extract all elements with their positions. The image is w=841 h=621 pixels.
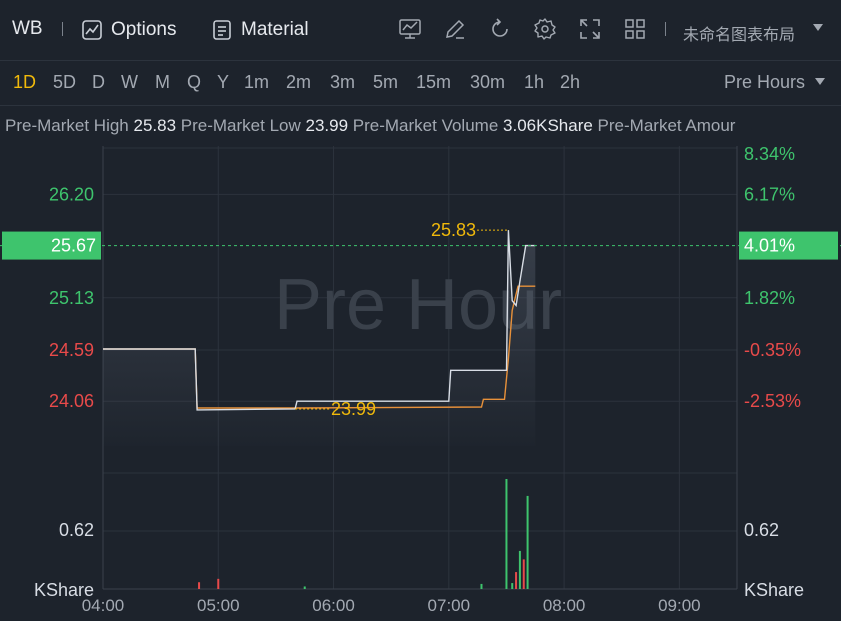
chart-grid [102, 146, 738, 590]
volume-bar [303, 586, 306, 589]
indicator-icon [82, 20, 102, 40]
x-tick-label: 05:00 [197, 596, 240, 615]
period-D[interactable]: D [92, 72, 105, 93]
top-toolbar: WB Options Material 未命名图表布局 [0, 0, 841, 61]
volume-bar [518, 550, 521, 589]
volume-tick-left: 0.62 [59, 520, 94, 540]
period-1D[interactable]: 1D [13, 72, 36, 93]
material-label: Material [241, 19, 309, 40]
period-M[interactable]: M [155, 72, 170, 93]
caret-down-icon[interactable] [813, 24, 823, 31]
low-annotation: 23.99 [331, 399, 376, 419]
period-2h[interactable]: 2h [560, 72, 580, 93]
amount-label: Pre-Market Amour [597, 116, 736, 135]
x-tick-label: 04:00 [82, 596, 125, 615]
high-value: 25.83 [133, 116, 177, 135]
period-bar: 1D 5D D W M Q Y 1m 2m 3m 5m 15m 30m 1h 2… [0, 61, 841, 106]
period-3m[interactable]: 3m [330, 72, 355, 93]
settings-icon[interactable] [533, 17, 557, 41]
volume-unit-right: KShare [744, 580, 804, 600]
y-tick-left: 25.13 [49, 288, 94, 308]
premarket-stats: Pre-Market High 25.83 Pre-Market Low 23.… [0, 106, 841, 146]
y-tick-left: 24.06 [49, 391, 94, 411]
volume-bar [511, 583, 514, 589]
document-icon [213, 20, 231, 40]
volume-bar [522, 559, 525, 589]
options-button[interactable]: Options [81, 16, 176, 44]
options-label: Options [111, 19, 177, 40]
volume-label: Pre-Market Volume [352, 116, 499, 135]
volume-bar [526, 495, 529, 589]
caret-down-icon[interactable] [815, 78, 825, 85]
high-annotation: 25.83 [431, 220, 476, 240]
x-tick-label: 09:00 [658, 596, 701, 615]
volume-bar [505, 479, 508, 589]
period-15m[interactable]: 15m [416, 72, 451, 93]
toolbar-divider [665, 22, 666, 36]
grid-layout-icon[interactable] [623, 17, 647, 41]
period-W[interactable]: W [121, 72, 138, 93]
y-tick-left: 24.59 [49, 340, 94, 360]
toolbar-divider [62, 22, 63, 36]
current-price-label: 25.67 [51, 236, 96, 256]
period-5D[interactable]: 5D [53, 72, 76, 93]
high-label: Pre-Market High [5, 116, 129, 135]
period-2m[interactable]: 2m [286, 72, 311, 93]
material-button[interactable]: Material [211, 16, 309, 44]
volume-bar [217, 578, 220, 589]
volume-tick-right: 0.62 [744, 520, 779, 540]
volume-value: 3.06KShare [503, 116, 593, 135]
y-tick-right: 1.82% [744, 288, 795, 308]
volume-bar [515, 572, 518, 589]
period-5m[interactable]: 5m [373, 72, 398, 93]
y-tick-right: -0.35% [744, 340, 801, 360]
volume-bar [480, 583, 483, 589]
period-Q[interactable]: Q [187, 72, 201, 93]
low-label: Pre-Market Low [180, 116, 301, 135]
y-tick-right: 6.17% [744, 184, 795, 204]
y-tick-right: 8.34% [744, 146, 795, 164]
price-chart[interactable]: Pre Hour 26.2025.6725.1324.5924.068.34%6… [0, 146, 841, 621]
fullscreen-icon[interactable] [578, 17, 602, 41]
ticker-symbol[interactable]: WB [12, 18, 43, 40]
volume-bar [198, 582, 201, 589]
current-change-label: 4.01% [744, 236, 795, 256]
period-1h[interactable]: 1h [524, 72, 544, 93]
session-selector[interactable]: Pre Hours [724, 72, 805, 93]
low-value: 23.99 [305, 116, 349, 135]
x-tick-label: 06:00 [312, 596, 355, 615]
y-tick-left: 26.20 [49, 184, 94, 204]
period-Y[interactable]: Y [217, 72, 229, 93]
refresh-icon[interactable] [488, 17, 512, 41]
chart-line-icon[interactable] [398, 17, 422, 41]
period-30m[interactable]: 30m [470, 72, 505, 93]
layout-selector[interactable]: 未命名图表布局 [683, 21, 795, 45]
period-1m[interactable]: 1m [244, 72, 269, 93]
edit-icon[interactable] [443, 17, 467, 41]
x-tick-label: 07:00 [428, 596, 471, 615]
y-tick-right: -2.53% [744, 391, 801, 411]
volume-bars [198, 479, 529, 589]
x-tick-label: 08:00 [543, 596, 586, 615]
